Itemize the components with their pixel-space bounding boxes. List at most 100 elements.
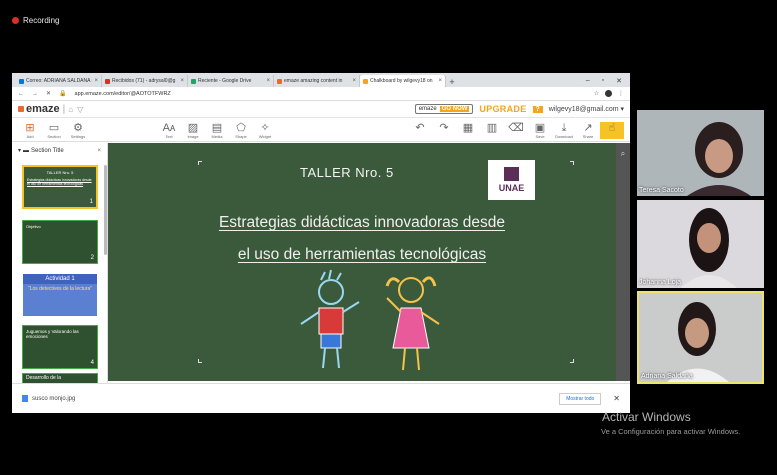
close-window-icon[interactable]: ✕	[616, 77, 622, 85]
slide-subtitle-line-1[interactable]: Estrategias didácticas innovadoras desde	[108, 214, 616, 232]
participant-video	[639, 293, 762, 382]
slide-title[interactable]: TALLER Nro. 5	[300, 165, 394, 180]
browser-tab-chalkboard[interactable]: Chalkboard by wilgevy18 on ×	[360, 75, 446, 87]
image-tool-button[interactable]: ▨ Image	[181, 122, 205, 139]
record-dot-icon	[12, 17, 19, 24]
minimize-icon[interactable]: –	[586, 77, 590, 85]
close-download-bar-icon[interactable]: ✕	[613, 394, 620, 403]
download-button[interactable]: ⤓ Download	[552, 122, 576, 139]
gmail-icon	[105, 78, 110, 84]
save-button[interactable]: ▣ Save	[528, 122, 552, 139]
browser-tab-emaze[interactable]: emaze amazing content in ×	[274, 75, 360, 87]
section-header[interactable]: ▾ ▬ Section Title ×	[12, 143, 107, 158]
lock-icon: 🔒	[59, 91, 67, 97]
chalk-corner-decoration	[198, 161, 202, 165]
help-button[interactable]: ?	[532, 105, 543, 113]
settings-button[interactable]: ⚙ Settings	[66, 122, 90, 139]
close-tab-icon[interactable]: ×	[266, 78, 270, 84]
reload-icon[interactable]: ✕	[46, 90, 51, 97]
delete-button[interactable]: ⌫	[504, 122, 528, 139]
browser-tab-drive[interactable]: Reciente - Google Drive ×	[188, 75, 274, 87]
tool-label: Save	[535, 134, 545, 139]
collapse-arrow-icon[interactable]: ▾	[18, 147, 21, 154]
profile-avatar-icon[interactable]	[605, 90, 612, 97]
emaze-logo-icon	[18, 106, 24, 112]
participant-tile-1[interactable]: Teresa Sacoto	[637, 110, 764, 196]
add-button[interactable]: ⊞ Add	[18, 122, 42, 139]
account-menu[interactable]: wilgevy18@gmail.com ▾	[549, 105, 624, 113]
girl-figure	[385, 276, 440, 371]
browser-menu-icon[interactable]: ⋮	[618, 90, 624, 97]
maximize-icon[interactable]: ▫	[602, 77, 604, 85]
share-button[interactable]: ↗ Share	[576, 122, 600, 139]
show-all-button[interactable]: Mostrar todo	[559, 392, 602, 405]
participant-tile-3-active-speaker[interactable]: Adriana Saldaña	[637, 291, 764, 384]
text-tool-button[interactable]: Aᴀ Text	[157, 122, 181, 139]
new-tab-icon[interactable]: +	[446, 77, 458, 87]
tab-label: Correo: ADRIANA SALDAÑA C	[26, 78, 93, 84]
slide-subtitle-line-2[interactable]: el uso de herramientas tecnológicas	[108, 246, 616, 264]
forward-icon[interactable]: →	[32, 91, 38, 97]
section-button[interactable]: ▭ Section	[42, 122, 66, 139]
editor-toolbar: ⊞ Add ▭ Section ⚙ Settings Aᴀ Text ▨ Ima…	[12, 118, 630, 142]
trash-icon: ⌫	[508, 122, 524, 134]
paste-icon: ▥	[486, 122, 498, 134]
back-icon[interactable]: ←	[18, 91, 24, 97]
copy-button[interactable]: ▦	[456, 122, 480, 139]
redo-button[interactable]: ↷	[432, 122, 456, 139]
slide-thumbnail-2[interactable]: Objetivo 2	[22, 220, 98, 264]
emaze-header: emaze | ⌂ ▽ emaze GO NOW UPGRADE ? wilge…	[12, 101, 630, 118]
download-file-name[interactable]: susco monjo.jpg	[32, 396, 75, 402]
settings-icon: ⚙	[73, 122, 83, 134]
emaze-favicon-icon	[277, 78, 282, 84]
shape-tool-button[interactable]: ⬠ Shape	[229, 122, 253, 139]
undo-button[interactable]: ↶	[408, 122, 432, 139]
upgrade-button[interactable]: UPGRADE	[479, 104, 526, 114]
tab-label: Chalkboard by wilgevy18 on	[370, 78, 433, 84]
text-icon: Aᴀ	[162, 122, 176, 134]
slide-thumbnail-5[interactable]: Desarrollo de la	[22, 373, 98, 383]
tool-label: Share	[582, 134, 594, 139]
widget-tool-button[interactable]: ✧ Widget	[253, 122, 277, 139]
undo-icon: ↶	[415, 122, 425, 134]
close-tab-icon[interactable]: ×	[438, 78, 442, 84]
close-tab-icon[interactable]: ×	[180, 78, 184, 84]
thumb-text: Estrategias didácticas innovadoras desde…	[27, 178, 92, 186]
slide-thumbnail-4[interactable]: Juguemos y Valorando las emociones 4	[22, 325, 98, 369]
zoom-magnifier-icon[interactable]: ⌕	[616, 143, 630, 159]
close-tab-icon[interactable]: ×	[94, 78, 98, 84]
unae-logo[interactable]: UNAE	[488, 160, 535, 200]
section-icon: ▭	[48, 122, 60, 134]
tab-label: Reciente - Google Drive	[198, 78, 252, 84]
windows-activation-subtitle: Ve a Configuración para activar Windows.	[601, 427, 741, 436]
tab-label: Recibidos (71) - adrysal0@g	[112, 78, 176, 84]
browser-tab-outlook[interactable]: Correo: ADRIANA SALDAÑA C ×	[16, 75, 102, 87]
sidebar-scrollbar[interactable]	[104, 165, 107, 255]
tool-label: Add	[26, 134, 34, 139]
pointer-highlight-button[interactable]: ☝	[600, 122, 624, 139]
paste-button[interactable]: ▥	[480, 122, 504, 139]
zoom-panel: ⌕	[616, 143, 630, 381]
browser-tab-gmail[interactable]: Recibidos (71) - adrysal0@g ×	[102, 75, 188, 87]
close-tab-icon[interactable]: ×	[352, 78, 356, 84]
participant-name: Adriana Saldaña	[641, 373, 693, 380]
shared-screen: Correo: ADRIANA SALDAÑA C × Recibidos (7…	[12, 73, 630, 413]
slide-thumbnail-3[interactable]: Actividad 1 "Los detectives de la lectur…	[22, 273, 98, 317]
children-illustration[interactable]	[283, 268, 463, 376]
image-icon: ▨	[187, 122, 199, 134]
url-field[interactable]: app.emaze.com/editor/@AOTOTFWRZ	[75, 91, 586, 97]
participant-tile-2[interactable]: Johanna Loja	[637, 200, 764, 288]
redo-icon: ↷	[439, 122, 449, 134]
tool-label: Shape	[235, 134, 247, 139]
bookmark-star-icon[interactable]: ☆	[594, 90, 599, 97]
slide-thumbnail-1[interactable]: TALLER Nro. 5 Estrategias didácticas inn…	[22, 165, 98, 209]
close-icon[interactable]: ×	[97, 148, 101, 154]
media-tool-button[interactable]: ▤ Media	[205, 122, 229, 139]
promo-go-button[interactable]: GO NOW	[439, 106, 470, 112]
slide-canvas[interactable]: TALLER Nro. 5 UNAE Estrategias didáctica…	[108, 143, 616, 381]
location-icon[interactable]: ▽	[77, 105, 83, 114]
home-icon[interactable]: ⌂	[68, 105, 73, 114]
promo-banner[interactable]: emaze GO NOW	[414, 104, 474, 114]
participant-name: Teresa Sacoto	[639, 187, 684, 194]
emaze-logo[interactable]: emaze	[18, 103, 60, 115]
